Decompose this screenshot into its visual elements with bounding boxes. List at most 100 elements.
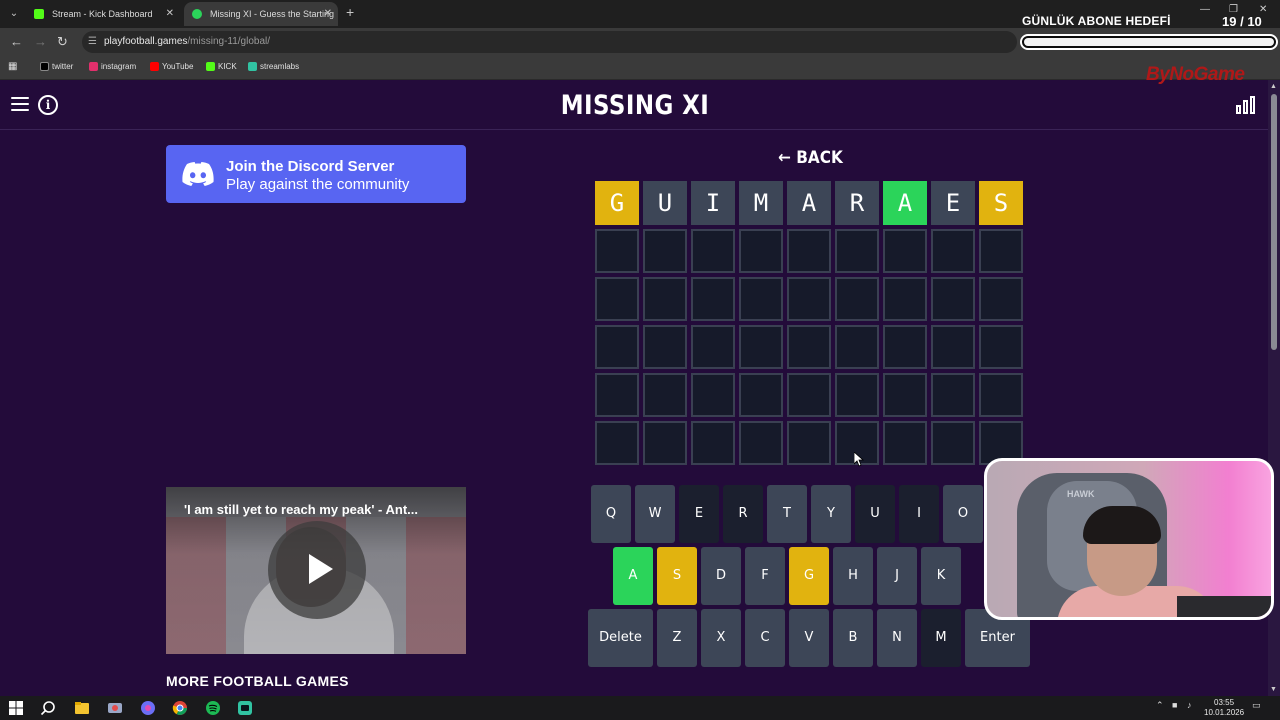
page-title: MISSING XI <box>560 90 710 121</box>
info-icon[interactable]: i <box>38 95 58 115</box>
network-icon[interactable]: ■ <box>1172 700 1177 710</box>
empty-tile <box>787 325 831 369</box>
scroll-up-icon[interactable]: ▲ <box>1270 83 1277 90</box>
webcam-feed: HAWK <box>984 458 1274 620</box>
brand-logo: ByNoGame <box>1146 64 1245 85</box>
guess-tile: U <box>643 181 687 225</box>
empty-tile <box>931 229 975 273</box>
reload-icon[interactable]: ↻ <box>57 34 68 50</box>
empty-tile <box>979 325 1023 369</box>
empty-tile <box>883 373 927 417</box>
guess-tile: E <box>931 181 975 225</box>
key-m[interactable]: M <box>921 609 961 667</box>
empty-tile <box>883 229 927 273</box>
empty-tile <box>931 277 975 321</box>
key-i[interactable]: I <box>899 485 939 543</box>
messenger-icon[interactable] <box>140 700 156 716</box>
key-t[interactable]: T <box>767 485 807 543</box>
notification-icon[interactable]: ▭ <box>1252 700 1261 711</box>
close-tab-icon[interactable]: ✕ <box>324 2 332 26</box>
tray-overflow-icon[interactable]: ⌃ <box>1156 700 1164 711</box>
volume-icon[interactable]: ♪ <box>1187 700 1192 710</box>
empty-tile <box>691 373 735 417</box>
chair-brand: HAWK <box>1067 489 1095 499</box>
empty-tile <box>979 373 1023 417</box>
key-b[interactable]: B <box>833 609 873 667</box>
empty-tile <box>595 421 639 465</box>
bookmark-instagram[interactable]: instagram <box>89 61 136 73</box>
file-explorer-icon[interactable] <box>74 700 90 716</box>
arrow-left-icon: ← <box>778 148 791 168</box>
empty-tile <box>739 421 783 465</box>
snipping-tool-icon[interactable] <box>107 700 123 716</box>
empty-tile <box>739 277 783 321</box>
youtube-icon <box>150 62 159 71</box>
key-delete[interactable]: Delete <box>588 609 653 667</box>
minimize-icon[interactable]: — <box>1200 4 1210 15</box>
system-clock[interactable]: 03:55 10.01.2026 <box>1204 698 1244 718</box>
key-f[interactable]: F <box>745 547 785 605</box>
new-tab-icon[interactable]: + <box>346 4 354 20</box>
key-v[interactable]: V <box>789 609 829 667</box>
scrollbar-thumb[interactable] <box>1271 94 1277 350</box>
key-z[interactable]: Z <box>657 609 697 667</box>
bookmark-youtube[interactable]: YouTube <box>150 61 193 73</box>
url-input[interactable]: ☰ playfootball.games/missing-11/global/ <box>82 31 1017 53</box>
close-window-icon[interactable]: ✕ <box>1259 4 1267 15</box>
empty-tile <box>739 229 783 273</box>
tab-kick-dashboard[interactable]: Stream - Kick Dashboard ✕ <box>26 2 180 26</box>
key-c[interactable]: C <box>745 609 785 667</box>
kick-favicon-icon <box>34 9 44 19</box>
tab-search-icon[interactable]: ⌄ <box>6 6 22 22</box>
key-d[interactable]: D <box>701 547 741 605</box>
search-icon[interactable] <box>40 700 56 716</box>
restore-icon[interactable]: ❐ <box>1229 4 1238 15</box>
empty-tile <box>691 325 735 369</box>
empty-tile <box>739 373 783 417</box>
key-a[interactable]: A <box>613 547 653 605</box>
back-nav-icon[interactable]: ← <box>10 34 23 49</box>
key-h[interactable]: H <box>833 547 873 605</box>
key-r[interactable]: R <box>723 485 763 543</box>
key-n[interactable]: N <box>877 609 917 667</box>
key-e[interactable]: E <box>679 485 719 543</box>
scroll-down-icon[interactable]: ▼ <box>1270 686 1277 693</box>
empty-tile <box>835 325 879 369</box>
key-j[interactable]: J <box>877 547 917 605</box>
streamlabs-icon <box>248 62 257 71</box>
tab-label: Stream - Kick Dashboard <box>52 9 153 19</box>
apps-grid-icon[interactable]: ▦ <box>8 61 17 73</box>
empty-tile <box>643 325 687 369</box>
key-o[interactable]: O <box>943 485 983 543</box>
bookmark-kick[interactable]: KICK <box>206 61 237 73</box>
key-y[interactable]: Y <box>811 485 851 543</box>
close-tab-icon[interactable]: ✕ <box>166 2 174 26</box>
menu-icon[interactable] <box>11 97 29 111</box>
chrome-icon[interactable] <box>172 700 188 716</box>
empty-tile <box>835 277 879 321</box>
site-info-icon[interactable]: ☰ <box>88 31 97 53</box>
bookmark-twitter[interactable]: twitter <box>40 61 73 73</box>
key-w[interactable]: W <box>635 485 675 543</box>
empty-tile <box>643 229 687 273</box>
discord-banner-button[interactable]: Join the Discord Server Play against the… <box>166 145 466 203</box>
windows-start-icon[interactable] <box>8 700 24 716</box>
key-s[interactable]: S <box>657 547 697 605</box>
key-q[interactable]: Q <box>591 485 631 543</box>
key-g[interactable]: G <box>789 547 829 605</box>
key-u[interactable]: U <box>855 485 895 543</box>
key-x[interactable]: X <box>701 609 741 667</box>
empty-tile <box>595 229 639 273</box>
spotify-icon[interactable] <box>205 700 221 716</box>
streamlabs-app-icon[interactable] <box>237 700 253 716</box>
video-player[interactable]: 'I am still yet to reach my peak' - Ant.… <box>166 487 466 654</box>
empty-tile <box>835 373 879 417</box>
bookmark-streamlabs[interactable]: streamlabs <box>248 61 299 73</box>
forward-nav-icon[interactable]: → <box>34 34 47 49</box>
back-button[interactable]: ← BACK <box>778 148 843 168</box>
guess-tile: R <box>835 181 879 225</box>
play-icon[interactable] <box>268 521 366 619</box>
stats-icon[interactable] <box>1236 96 1256 114</box>
tab-missing-xi[interactable]: Missing XI - Guess the Starting ✕ <box>184 2 338 26</box>
key-k[interactable]: K <box>921 547 961 605</box>
